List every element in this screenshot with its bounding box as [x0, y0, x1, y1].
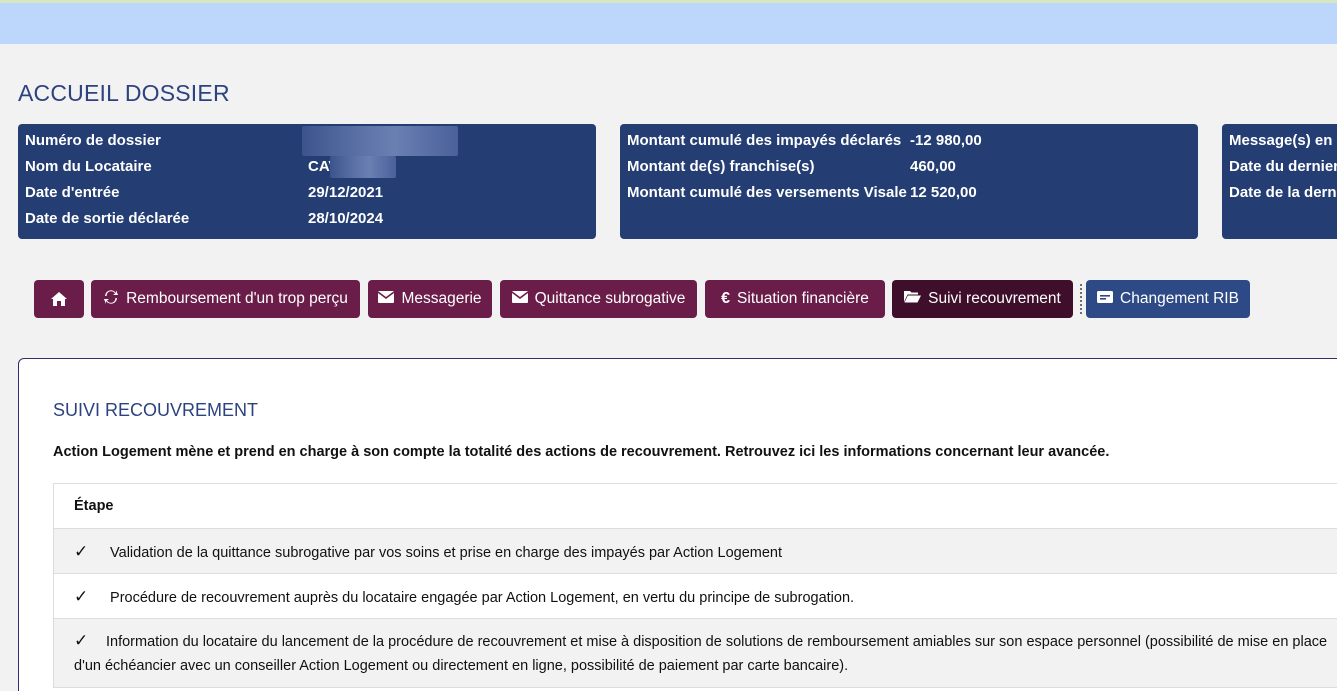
info-label: Message(s) en a [1229, 132, 1337, 149]
suivi-recouvrement-button[interactable]: Suivi recouvrement [892, 280, 1073, 318]
quittance-button[interactable]: Quittance subrogative [500, 280, 697, 318]
check-icon: ✓ [74, 542, 89, 561]
table-row: ✓ Validation de la quittance subrogative… [53, 529, 1337, 574]
info-label: Date de sortie déclarée [25, 210, 190, 227]
column-header-etape: Étape [74, 498, 114, 514]
situation-financiere-button[interactable]: € Situation financière [705, 280, 885, 318]
info-label: Nom du Locataire [25, 158, 152, 175]
table-row: ✓ Information du locataire du lancement d… [53, 619, 1337, 688]
messagerie-button[interactable]: Messagerie [368, 280, 492, 318]
home-button[interactable] [34, 280, 84, 318]
button-label: Quittance subrogative [534, 290, 686, 307]
euro-icon: € [721, 290, 731, 307]
info-row-date-entree: Date d'entrée 29/12/2021 [25, 182, 589, 208]
table-header: Étape [53, 484, 1337, 529]
info-row-date-derniere: Date de la derni [1229, 182, 1337, 208]
home-icon [51, 292, 67, 306]
info-value: 28/10/2024 [308, 210, 384, 227]
button-label: Remboursement d'un trop perçu [126, 290, 348, 307]
info-label: Date de la derni [1229, 184, 1337, 201]
step-text: Information du locataire du lancement de… [74, 634, 1328, 674]
section-intro: Action Logement mène et prend en charge … [53, 444, 1110, 460]
info-label: Date du dernier [1229, 158, 1337, 175]
button-label: Situation financière [737, 290, 869, 307]
info-row-date-sortie: Date de sortie déclarée 28/10/2024 [25, 208, 589, 234]
info-row-impayes: Montant cumulé des impayés déclarés -12 … [627, 130, 1191, 156]
check-icon: ✓ [74, 587, 89, 606]
messages-panel: Message(s) en a Date du dernier Date de … [1222, 124, 1337, 239]
redacted-area [302, 126, 458, 156]
info-value: 460,00 [910, 158, 956, 175]
info-row-versements: Montant cumulé des versements Visale 12 … [627, 182, 1191, 208]
check-icon: ✓ [74, 631, 89, 650]
section-title: SUIVI RECOUVREMENT [53, 400, 259, 420]
redacted-area [330, 156, 396, 178]
info-label: Montant de(s) franchise(s) [627, 158, 815, 175]
button-label: Messagerie [401, 290, 482, 307]
page-title: ACCUEIL DOSSIER [18, 80, 230, 106]
info-label: Montant cumulé des versements Visale [627, 184, 907, 201]
changement-rib-button[interactable]: Changement RIB [1086, 280, 1250, 318]
info-label: Numéro de dossier [25, 132, 161, 149]
envelope-icon [511, 290, 529, 308]
info-row-messages: Message(s) en a [1229, 130, 1337, 156]
button-label: Suivi recouvrement [928, 290, 1061, 307]
table-row: ✓ Procédure de recouvrement auprès du lo… [53, 574, 1337, 619]
info-label: Date d'entrée [25, 184, 120, 201]
info-value: 29/12/2021 [308, 184, 384, 201]
info-row-locataire: Nom du Locataire CAV [25, 156, 589, 182]
info-row-date-dernier: Date du dernier [1229, 156, 1337, 182]
info-value: -12 980,00 [910, 132, 982, 149]
button-label: Changement RIB [1120, 290, 1239, 307]
info-row-franchise: Montant de(s) franchise(s) 460,00 [627, 156, 1191, 182]
step-text: Procédure de recouvrement auprès du loca… [110, 590, 855, 606]
top-banner [0, 0, 1337, 44]
refresh-icon [103, 289, 119, 310]
envelope-icon [377, 290, 395, 308]
remboursement-button[interactable]: Remboursement d'un trop perçu [91, 280, 360, 318]
nav-separator [1080, 284, 1082, 314]
info-value: 12 520,00 [910, 184, 977, 201]
folder-open-icon [904, 290, 922, 308]
montants-panel: Montant cumulé des impayés déclarés -12 … [620, 124, 1198, 239]
steps-table: Étape ✓ Validation de la quittance subro… [53, 483, 1337, 688]
step-text: Validation de la quittance subrogative p… [110, 545, 783, 561]
card-icon [1097, 290, 1114, 308]
info-label: Montant cumulé des impayés déclarés [627, 132, 902, 149]
